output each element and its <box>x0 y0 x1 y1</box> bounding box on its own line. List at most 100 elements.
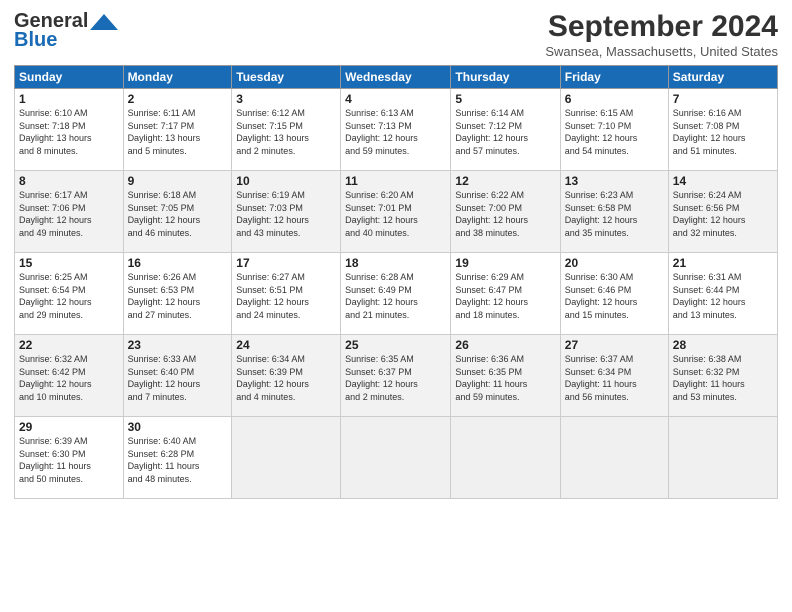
calendar-cell: 9Sunrise: 6:18 AMSunset: 7:05 PMDaylight… <box>123 171 232 253</box>
week-row-2: 8Sunrise: 6:17 AMSunset: 7:06 PMDaylight… <box>15 171 778 253</box>
calendar-cell: 17Sunrise: 6:27 AMSunset: 6:51 PMDayligh… <box>232 253 341 335</box>
day-info-line: and 46 minutes. <box>128 227 228 240</box>
day-number: 26 <box>455 338 555 352</box>
day-info-line: Daylight: 13 hours <box>236 132 336 145</box>
day-info-line: Daylight: 12 hours <box>128 378 228 391</box>
day-info-line: and 38 minutes. <box>455 227 555 240</box>
day-info-line: and 7 minutes. <box>128 391 228 404</box>
day-number: 9 <box>128 174 228 188</box>
day-number: 16 <box>128 256 228 270</box>
day-info-line: Sunrise: 6:31 AM <box>673 271 773 284</box>
weekday-header-sunday: Sunday <box>15 66 124 89</box>
day-number: 25 <box>345 338 446 352</box>
week-row-5: 29Sunrise: 6:39 AMSunset: 6:30 PMDayligh… <box>15 417 778 499</box>
day-info: Sunrise: 6:14 AMSunset: 7:12 PMDaylight:… <box>455 107 555 157</box>
day-info-line: Sunset: 7:05 PM <box>128 202 228 215</box>
day-info: Sunrise: 6:30 AMSunset: 6:46 PMDaylight:… <box>565 271 664 321</box>
day-info-line: Sunset: 6:32 PM <box>673 366 773 379</box>
day-info: Sunrise: 6:18 AMSunset: 7:05 PMDaylight:… <box>128 189 228 239</box>
calendar-cell: 8Sunrise: 6:17 AMSunset: 7:06 PMDaylight… <box>15 171 124 253</box>
day-info-line: Sunset: 6:51 PM <box>236 284 336 297</box>
day-info: Sunrise: 6:25 AMSunset: 6:54 PMDaylight:… <box>19 271 119 321</box>
day-info-line: Daylight: 11 hours <box>673 378 773 391</box>
day-info-line: Sunset: 6:46 PM <box>565 284 664 297</box>
day-info-line: Sunrise: 6:10 AM <box>19 107 119 120</box>
day-number: 10 <box>236 174 336 188</box>
day-info-line: and 13 minutes. <box>673 309 773 322</box>
day-info: Sunrise: 6:11 AMSunset: 7:17 PMDaylight:… <box>128 107 228 157</box>
day-info: Sunrise: 6:22 AMSunset: 7:00 PMDaylight:… <box>455 189 555 239</box>
calendar-cell: 30Sunrise: 6:40 AMSunset: 6:28 PMDayligh… <box>123 417 232 499</box>
day-info: Sunrise: 6:12 AMSunset: 7:15 PMDaylight:… <box>236 107 336 157</box>
day-info-line: and 49 minutes. <box>19 227 119 240</box>
day-info-line: Sunset: 6:42 PM <box>19 366 119 379</box>
week-row-4: 22Sunrise: 6:32 AMSunset: 6:42 PMDayligh… <box>15 335 778 417</box>
day-info-line: Sunrise: 6:17 AM <box>19 189 119 202</box>
page: General Blue September 2024 Swansea, Mas… <box>0 0 792 612</box>
month-title: September 2024 <box>545 10 778 44</box>
calendar-cell: 22Sunrise: 6:32 AMSunset: 6:42 PMDayligh… <box>15 335 124 417</box>
logo: General Blue <box>14 10 118 52</box>
day-number: 12 <box>455 174 555 188</box>
day-info-line: Daylight: 12 hours <box>673 296 773 309</box>
day-info-line: Sunrise: 6:27 AM <box>236 271 336 284</box>
day-number: 24 <box>236 338 336 352</box>
day-info-line: Daylight: 12 hours <box>128 214 228 227</box>
day-info-line: Sunrise: 6:38 AM <box>673 353 773 366</box>
calendar: SundayMondayTuesdayWednesdayThursdayFrid… <box>14 65 778 499</box>
day-info-line: Sunset: 7:00 PM <box>455 202 555 215</box>
day-info-line: Sunrise: 6:36 AM <box>455 353 555 366</box>
day-info-line: and 56 minutes. <box>565 391 664 404</box>
day-info-line: Sunrise: 6:40 AM <box>128 435 228 448</box>
day-info-line: Sunrise: 6:32 AM <box>19 353 119 366</box>
day-info-line: Sunset: 7:12 PM <box>455 120 555 133</box>
day-info-line: Sunset: 6:30 PM <box>19 448 119 461</box>
day-number: 2 <box>128 92 228 106</box>
day-info: Sunrise: 6:17 AMSunset: 7:06 PMDaylight:… <box>19 189 119 239</box>
day-info-line: and 5 minutes. <box>128 145 228 158</box>
day-info-line: Daylight: 11 hours <box>19 460 119 473</box>
calendar-cell <box>341 417 451 499</box>
day-number: 18 <box>345 256 446 270</box>
weekday-header-saturday: Saturday <box>668 66 777 89</box>
calendar-cell: 26Sunrise: 6:36 AMSunset: 6:35 PMDayligh… <box>451 335 560 417</box>
day-info: Sunrise: 6:33 AMSunset: 6:40 PMDaylight:… <box>128 353 228 403</box>
calendar-cell: 28Sunrise: 6:38 AMSunset: 6:32 PMDayligh… <box>668 335 777 417</box>
day-info-line: and 21 minutes. <box>345 309 446 322</box>
week-row-1: 1Sunrise: 6:10 AMSunset: 7:18 PMDaylight… <box>15 89 778 171</box>
calendar-cell <box>560 417 668 499</box>
day-info-line: and 59 minutes. <box>345 145 446 158</box>
day-info-line: Sunrise: 6:26 AM <box>128 271 228 284</box>
day-info-line: Daylight: 13 hours <box>128 132 228 145</box>
day-info: Sunrise: 6:15 AMSunset: 7:10 PMDaylight:… <box>565 107 664 157</box>
day-info-line: Daylight: 11 hours <box>565 378 664 391</box>
calendar-cell: 12Sunrise: 6:22 AMSunset: 7:00 PMDayligh… <box>451 171 560 253</box>
day-info-line: and 54 minutes. <box>565 145 664 158</box>
calendar-cell: 18Sunrise: 6:28 AMSunset: 6:49 PMDayligh… <box>341 253 451 335</box>
day-info-line: Sunrise: 6:15 AM <box>565 107 664 120</box>
day-info-line: Sunrise: 6:33 AM <box>128 353 228 366</box>
day-number: 14 <box>673 174 773 188</box>
day-info-line: and 10 minutes. <box>19 391 119 404</box>
day-info-line: Sunrise: 6:30 AM <box>565 271 664 284</box>
day-info-line: Sunrise: 6:16 AM <box>673 107 773 120</box>
day-info-line: Sunset: 6:39 PM <box>236 366 336 379</box>
day-info-line: Daylight: 12 hours <box>345 296 446 309</box>
calendar-cell: 5Sunrise: 6:14 AMSunset: 7:12 PMDaylight… <box>451 89 560 171</box>
weekday-header-row: SundayMondayTuesdayWednesdayThursdayFrid… <box>15 66 778 89</box>
calendar-cell: 15Sunrise: 6:25 AMSunset: 6:54 PMDayligh… <box>15 253 124 335</box>
day-info-line: Sunrise: 6:34 AM <box>236 353 336 366</box>
day-info-line: Sunset: 6:40 PM <box>128 366 228 379</box>
day-info: Sunrise: 6:31 AMSunset: 6:44 PMDaylight:… <box>673 271 773 321</box>
calendar-cell: 27Sunrise: 6:37 AMSunset: 6:34 PMDayligh… <box>560 335 668 417</box>
calendar-cell: 16Sunrise: 6:26 AMSunset: 6:53 PMDayligh… <box>123 253 232 335</box>
day-info-line: Sunset: 6:37 PM <box>345 366 446 379</box>
day-info-line: Sunset: 6:47 PM <box>455 284 555 297</box>
day-info-line: and 53 minutes. <box>673 391 773 404</box>
day-info-line: Sunset: 6:35 PM <box>455 366 555 379</box>
day-info-line: Daylight: 12 hours <box>673 214 773 227</box>
day-info: Sunrise: 6:26 AMSunset: 6:53 PMDaylight:… <box>128 271 228 321</box>
day-info: Sunrise: 6:36 AMSunset: 6:35 PMDaylight:… <box>455 353 555 403</box>
day-number: 21 <box>673 256 773 270</box>
calendar-cell: 13Sunrise: 6:23 AMSunset: 6:58 PMDayligh… <box>560 171 668 253</box>
